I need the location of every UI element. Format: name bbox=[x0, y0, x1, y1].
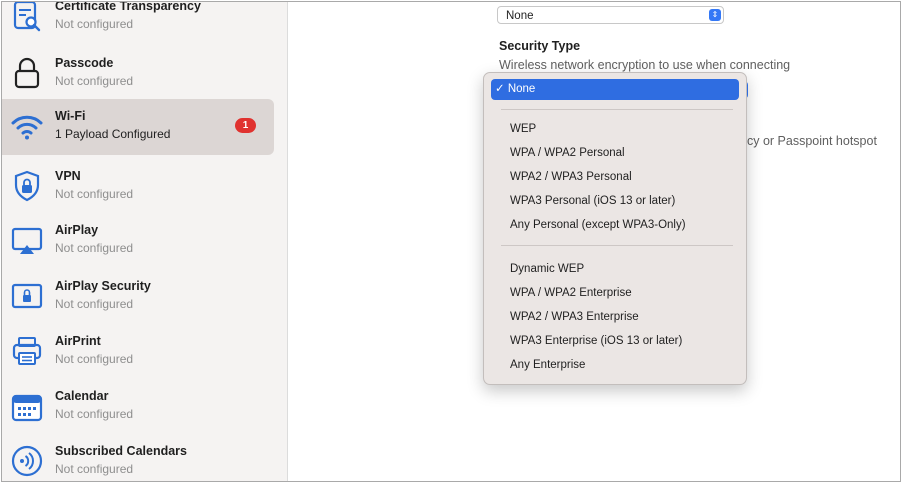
menu-item-wpa-wpa2-personal[interactable]: WPA / WPA2 Personal bbox=[510, 143, 625, 163]
menu-separator bbox=[501, 245, 733, 246]
menu-item-dynamic-wep[interactable]: Dynamic WEP bbox=[510, 259, 584, 279]
menu-item-wpa2-wpa3-personal[interactable]: WPA2 / WPA3 Personal bbox=[510, 167, 632, 187]
certificate-search-icon bbox=[10, 2, 44, 33]
menu-item-wpa-wpa2-enterprise[interactable]: WPA / WPA2 Enterprise bbox=[510, 283, 632, 303]
sidebar-item-airprint[interactable]: AirPrint Not configured bbox=[2, 324, 287, 380]
menu-separator bbox=[501, 109, 733, 110]
airplay-icon bbox=[10, 223, 44, 257]
sidebar-item-title: AirPlay bbox=[55, 223, 99, 237]
sidebar-item-subtitle: Not configured bbox=[55, 74, 134, 88]
menu-item-wep[interactable]: WEP bbox=[510, 119, 536, 139]
sidebar-item-wifi[interactable]: Wi-Fi 1 Payload Configured 1 bbox=[2, 99, 274, 155]
sidebar-item-title: Calendar bbox=[55, 389, 109, 403]
sidebar-item-subtitle: Not configured bbox=[55, 241, 134, 255]
menu-item-none[interactable]: ✓ None bbox=[491, 79, 739, 100]
subscribed-calendar-icon bbox=[10, 444, 44, 478]
sidebar-item-title: AirPrint bbox=[55, 334, 101, 348]
menu-item-wpa2-wpa3-enterprise[interactable]: WPA2 / WPA3 Enterprise bbox=[510, 307, 639, 327]
security-type-menu[interactable]: ✓ None WEP WPA / WPA2 Personal WPA2 / WP… bbox=[483, 72, 747, 385]
error-count-badge: 1 bbox=[235, 118, 256, 133]
calendar-icon bbox=[10, 389, 44, 423]
sidebar-item-subtitle: Not configured bbox=[55, 297, 134, 311]
menu-item-any-enterprise[interactable]: Any Enterprise bbox=[510, 355, 585, 375]
sidebar-item-title: VPN bbox=[55, 169, 81, 183]
payload-sidebar[interactable]: Certificate Transparency Not configured … bbox=[2, 2, 288, 481]
sidebar-item-subtitle: Not configured bbox=[55, 187, 134, 201]
airplay-security-lock-icon bbox=[10, 279, 44, 313]
sidebar-item-subtitle: Not configured bbox=[55, 17, 134, 31]
sidebar-item-subscribed-calendars[interactable]: Subscribed Calendars Not configured bbox=[2, 434, 287, 481]
sidebar-item-subtitle: Not configured bbox=[55, 352, 134, 366]
sidebar-item-airplay[interactable]: AirPlay Not configured bbox=[2, 213, 287, 269]
security-type-label: Security Type bbox=[499, 39, 581, 53]
sidebar-item-title: Certificate Transparency bbox=[55, 2, 201, 13]
popup-value: None bbox=[506, 10, 534, 22]
menu-item-any-personal[interactable]: Any Personal (except WPA3-Only) bbox=[510, 215, 686, 235]
sidebar-item-title: Passcode bbox=[55, 56, 114, 70]
sidebar-item-title: Subscribed Calendars bbox=[55, 444, 187, 458]
sidebar-item-title: AirPlay Security bbox=[55, 279, 151, 293]
chevron-updown-icon: ⇕ bbox=[709, 9, 721, 21]
menu-item-wpa3-enterprise[interactable]: WPA3 Enterprise (iOS 13 or later) bbox=[510, 331, 682, 351]
security-type-description: Wireless network encryption to use when … bbox=[499, 58, 791, 72]
vpn-shield-icon bbox=[10, 169, 44, 203]
printer-icon bbox=[10, 334, 44, 368]
passpoint-description: cy or Passpoint hotspot bbox=[747, 134, 877, 148]
sidebar-item-subtitle: 1 Payload Configured bbox=[55, 127, 171, 141]
window: Certificate Transparency Not configured … bbox=[1, 1, 901, 482]
sidebar-item-calendar[interactable]: Calendar Not configured bbox=[2, 379, 287, 435]
sidebar-item-certificate-transparency[interactable]: Certificate Transparency Not configured bbox=[2, 2, 287, 45]
lock-icon bbox=[10, 56, 44, 90]
top-popup-button[interactable]: None ⇕ bbox=[497, 6, 724, 24]
sidebar-item-vpn[interactable]: VPN Not configured bbox=[2, 159, 287, 215]
sidebar-item-subtitle: Not configured bbox=[55, 462, 134, 476]
menu-item-wpa3-personal[interactable]: WPA3 Personal (iOS 13 or later) bbox=[510, 191, 675, 211]
sidebar-item-passcode[interactable]: Passcode Not configured bbox=[2, 46, 287, 102]
sidebar-item-subtitle: Not configured bbox=[55, 407, 134, 421]
sidebar-item-airplay-security[interactable]: AirPlay Security Not configured bbox=[2, 269, 287, 325]
sidebar-item-title: Wi-Fi bbox=[55, 109, 86, 123]
wifi-icon bbox=[10, 109, 44, 143]
